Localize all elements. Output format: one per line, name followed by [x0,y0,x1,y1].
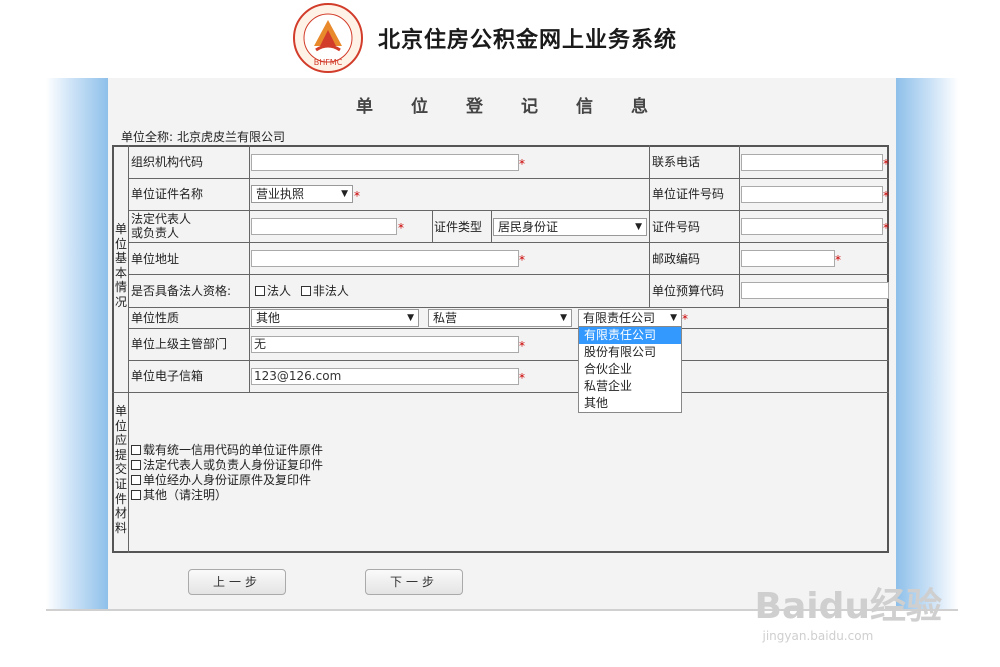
right-side-panel [896,78,958,610]
non-legal-person-checkbox[interactable] [300,286,311,296]
nature-2-selected: 私营 [433,311,458,325]
document-checkbox[interactable] [131,475,141,485]
id-no-input[interactable] [741,218,883,235]
dropdown-option[interactable]: 股份有限公司 [579,344,681,361]
next-step-button[interactable]: 下一步 [365,569,463,595]
postcode-label: 邮政编码 [652,252,701,266]
email-input[interactable]: 123@126.com [251,368,519,385]
address-label: 单位地址 [131,252,180,266]
watermark-brand: Baidu经验 [754,586,942,627]
nature-label: 单位性质 [131,311,180,325]
org-code-label: 组织机构代码 [131,155,204,169]
id-type-selected: 居民身份证 [498,220,559,234]
cert-name-label: 单位证件名称 [131,187,204,201]
address-input[interactable] [251,250,519,267]
form-title: 单位登记信息 [356,97,686,117]
required-mark: * [883,189,889,203]
document-label: 法定代表人或负责人身份证复印件 [143,458,324,472]
cert-no-label: 单位证件号码 [652,187,725,201]
legal-rep-label-1: 法定代表人 [131,212,192,226]
non-legal-person-label: 非法人 [312,284,349,298]
document-item: 载有统一信用代码的单位证件原件 [131,443,323,458]
dropdown-option[interactable]: 合伙企业 [579,361,681,378]
cert-no-input[interactable] [741,186,883,203]
id-no-label: 证件号码 [652,220,701,234]
postcode-input[interactable] [741,250,835,267]
chevron-down-icon: ▼ [341,189,348,199]
document-checkbox[interactable] [131,490,141,500]
section-basic-label: 单位基本情况 [114,222,127,309]
baidu-watermark: Baidu经验 jingyan.baidu.com [755,577,942,643]
nature-select-3[interactable]: 有限责任公司 ▼ [578,309,682,327]
nature-dropdown-list: 有限责任公司 股份有限公司 合伙企业 私营企业 其他 [578,326,682,413]
required-mark: * [682,312,688,326]
unit-name-label: 单位全称: [121,130,174,144]
document-item: 单位经办人身份证原件及复印件 [131,473,323,488]
dropdown-option[interactable]: 其他 [579,395,681,412]
dropdown-option[interactable]: 有限责任公司 [579,327,681,344]
cert-name-select[interactable]: 营业执照 ▼ [251,185,353,203]
legal-person-checkbox[interactable] [255,286,265,296]
cert-name-selected: 营业执照 [256,187,305,201]
nature-select-2[interactable]: 私营 ▼ [428,309,572,327]
superior-label: 单位上级主管部门 [131,337,228,351]
chevron-down-icon: ▼ [635,222,642,232]
org-code-input[interactable] [251,154,519,171]
required-mark: * [883,157,889,171]
legal-option-row: 法人 非法人 [255,284,349,298]
email-label: 单位电子信箱 [131,369,204,383]
required-mark: * [835,253,841,267]
required-mark: * [519,157,525,171]
chevron-down-icon: ▼ [407,313,414,323]
legal-person-label: 法人 [267,284,292,298]
svg-text:BHFMC: BHFMC [314,58,343,67]
required-mark: * [883,221,889,235]
unit-name-value: 北京虎皮兰有限公司 [177,130,286,144]
watermark-url: jingyan.baidu.com [762,629,874,643]
document-item: 其他（请注明） [131,488,323,503]
required-mark: * [519,253,525,267]
required-mark: * [519,339,525,353]
documents-list: 载有统一信用代码的单位证件原件 法定代表人或负责人身份证复印件 单位经办人身份证… [131,443,323,503]
document-checkbox[interactable] [131,445,141,455]
id-type-select[interactable]: 居民身份证 ▼ [493,218,647,236]
prev-step-button[interactable]: 上一步 [188,569,286,595]
nature-select-1[interactable]: 其他 ▼ [251,309,419,327]
legal-rep-label-2: 或负责人 [131,226,180,240]
document-label: 其他（请注明） [143,488,228,502]
required-mark: * [519,371,525,385]
section-docs-label: 单位应提交证件材料 [114,404,127,535]
nature-3-selected: 有限责任公司 [583,311,656,325]
site-title: 北京住房公积金网上业务系统 [378,28,678,53]
document-checkbox[interactable] [131,460,141,470]
nature-1-selected: 其他 [256,311,281,325]
document-label: 载有统一信用代码的单位证件原件 [143,443,324,457]
bhfmc-logo: BHFMC [293,3,363,73]
budget-code-label: 单位预算代码 [652,284,725,298]
phone-input[interactable] [741,154,883,171]
legal-rep-input[interactable] [251,218,397,235]
dropdown-option[interactable]: 私营企业 [579,378,681,395]
phone-label: 联系电话 [652,155,701,169]
legal-status-label: 是否具备法人资格: [131,284,232,298]
unit-name-row: 单位全称: 北京虎皮兰有限公司 [121,128,285,145]
document-item: 法定代表人或负责人身份证复印件 [131,458,323,473]
chevron-down-icon: ▼ [670,313,677,323]
chevron-down-icon: ▼ [560,313,567,323]
superior-input[interactable]: 无 [251,336,519,353]
budget-code-input[interactable] [741,282,889,299]
required-mark: * [398,221,404,235]
left-side-panel [46,78,108,610]
id-type-label: 证件类型 [434,220,483,234]
required-mark: * [354,189,360,203]
document-label: 单位经办人身份证原件及复印件 [143,473,312,487]
